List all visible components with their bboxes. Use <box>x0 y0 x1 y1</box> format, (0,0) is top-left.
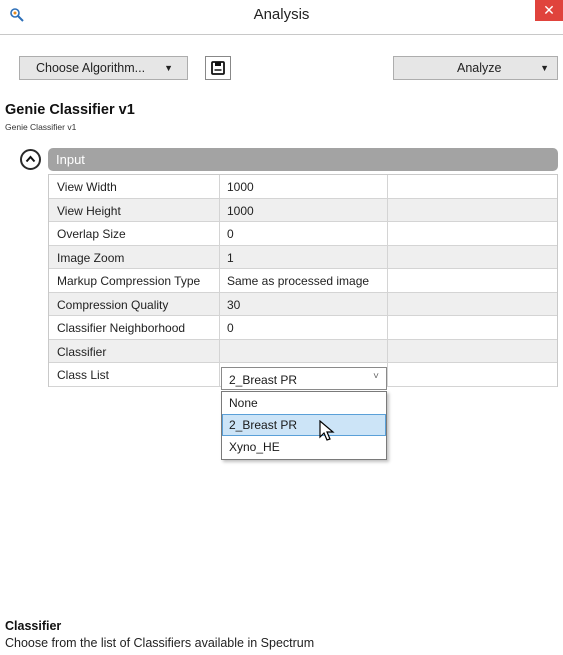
property-value[interactable]: 1000 <box>220 198 388 221</box>
property-value[interactable]: 1000 <box>220 175 388 198</box>
window-title: Analysis <box>253 6 310 23</box>
property-row-overlap-size[interactable]: Overlap Size 0 <box>49 222 557 246</box>
property-name: Overlap Size <box>49 222 220 245</box>
property-row-classifier[interactable]: Classifier <box>49 339 557 363</box>
analyze-label: Analyze <box>457 61 502 75</box>
property-name: Image Zoom <box>49 245 220 268</box>
choose-algorithm-label: Choose Algorithm... <box>36 61 146 75</box>
choose-algorithm-button[interactable]: Choose Algorithm... ▼ <box>19 56 188 80</box>
property-extra <box>388 246 557 269</box>
property-name: Classifier Neighborhood <box>49 316 220 339</box>
property-extra <box>388 269 557 292</box>
property-value[interactable]: 0 <box>220 222 388 245</box>
dropdown-arrow-icon: ▼ <box>164 63 173 73</box>
property-row-classifier-neighborhood[interactable]: Classifier Neighborhood 0 <box>49 316 557 340</box>
property-extra <box>388 199 557 222</box>
input-section-header[interactable]: Input <box>48 148 558 171</box>
title-divider <box>0 34 563 35</box>
property-name: Classifier <box>49 339 220 362</box>
analyze-button[interactable]: Analyze ▼ <box>393 56 558 80</box>
property-extra <box>388 340 557 363</box>
property-value[interactable]: Same as processed image <box>220 269 388 292</box>
collapse-section-button[interactable] <box>20 149 41 170</box>
save-icon <box>211 61 225 75</box>
section-label: Input <box>56 152 85 167</box>
title-bar: Analysis ✕ <box>0 0 563 30</box>
property-value[interactable]: 1 <box>220 245 388 268</box>
classifier-dropdown-list: None 2_Breast PR Xyno_HE <box>221 391 387 460</box>
chevron-down-icon: ˅ <box>373 371 379 382</box>
property-value[interactable]: 30 <box>220 292 388 315</box>
close-icon: ✕ <box>543 2 555 18</box>
property-extra <box>388 222 557 245</box>
property-value[interactable]: 0 <box>220 316 388 339</box>
property-name: Class List <box>49 363 220 386</box>
classifier-select[interactable]: 2_Breast PR ˅ <box>221 367 387 390</box>
property-name: View Height <box>49 198 220 221</box>
property-extra <box>388 316 557 339</box>
property-extra <box>388 293 557 316</box>
property-value[interactable] <box>220 339 388 362</box>
description-text: Choose from the list of Classifiers avai… <box>5 636 315 650</box>
property-extra <box>388 175 557 198</box>
property-name: Markup Compression Type <box>49 269 220 292</box>
property-name: View Width <box>49 175 220 198</box>
chevron-up-icon <box>25 155 36 163</box>
classifier-option-none[interactable]: None <box>222 392 386 414</box>
description-title: Classifier <box>5 619 62 633</box>
classifier-selected-value: 2_Breast PR <box>229 373 298 387</box>
property-row-compression-quality[interactable]: Compression Quality 30 <box>49 292 557 316</box>
algorithm-name: Genie Classifier v1 <box>5 102 135 118</box>
property-row-view-height[interactable]: View Height 1000 <box>49 198 557 222</box>
property-grid: View Width 1000 View Height 1000 Overlap… <box>48 174 558 387</box>
property-row-markup-compression-type[interactable]: Markup Compression Type Same as processe… <box>49 269 557 293</box>
close-button[interactable]: ✕ <box>535 0 563 21</box>
property-extra <box>388 363 557 386</box>
property-row-image-zoom[interactable]: Image Zoom 1 <box>49 245 557 269</box>
save-button[interactable] <box>205 56 231 80</box>
dropdown-arrow-icon: ▼ <box>540 63 549 73</box>
property-row-view-width[interactable]: View Width 1000 <box>49 175 557 199</box>
classifier-option-xyno-he[interactable]: Xyno_HE <box>222 436 386 458</box>
classifier-option-2-breast-pr[interactable]: 2_Breast PR <box>222 414 386 436</box>
algorithm-subtitle: Genie Classifier v1 <box>5 122 77 132</box>
mouse-pointer-icon <box>319 420 335 441</box>
property-name: Compression Quality <box>49 292 220 315</box>
